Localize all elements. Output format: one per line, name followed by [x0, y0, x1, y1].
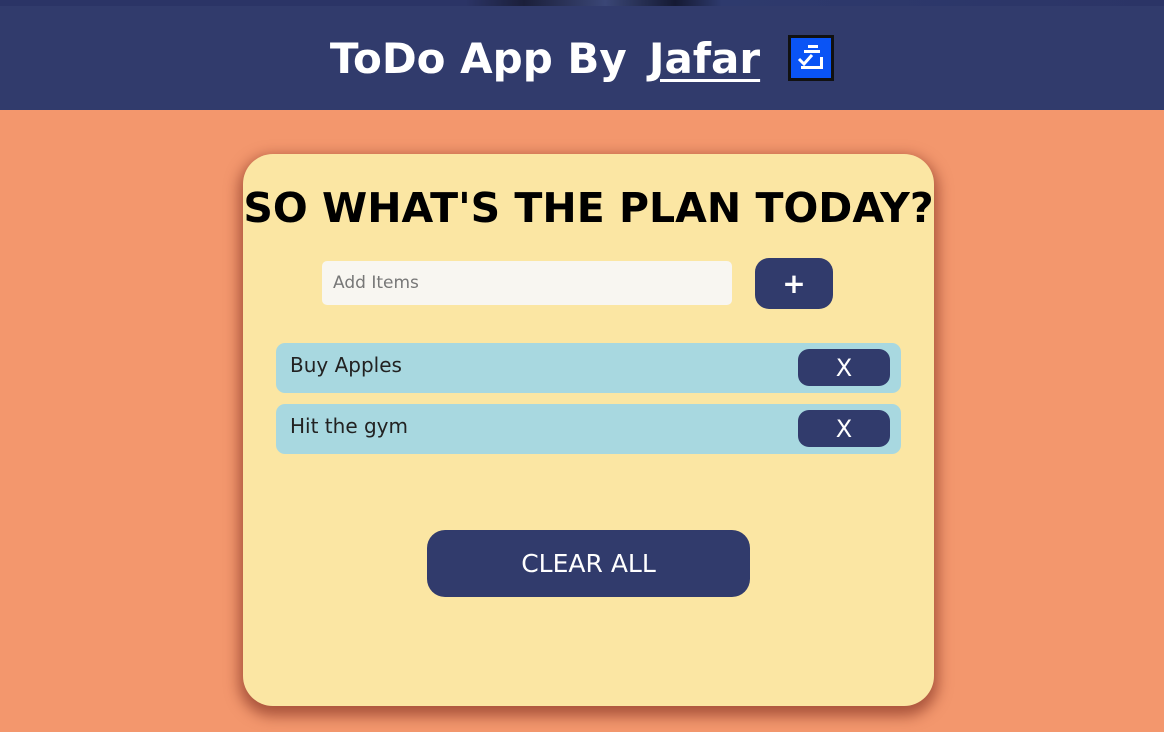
- todo-item: Hit the gym X: [276, 404, 901, 454]
- author-link[interactable]: Jafar: [649, 34, 760, 83]
- card-heading: SO WHAT'S THE PLAN TODAY?: [243, 184, 934, 232]
- delete-item-button[interactable]: X: [798, 410, 890, 447]
- add-item-button[interactable]: +: [755, 258, 833, 309]
- todo-item: Buy Apples X: [276, 343, 901, 393]
- todo-item-text: Hit the gym: [290, 414, 408, 438]
- checklist-icon: [788, 35, 835, 81]
- app-title: ToDo App By Jafar: [329, 33, 835, 83]
- clear-all-button[interactable]: CLEAR ALL: [427, 530, 750, 597]
- app-title-text: ToDo App By: [329, 33, 627, 83]
- app-header: ToDo App By Jafar: [0, 6, 1164, 110]
- delete-item-button[interactable]: X: [798, 349, 890, 386]
- add-item-input[interactable]: [322, 261, 732, 305]
- todo-item-text: Buy Apples: [290, 353, 402, 377]
- todo-card: SO WHAT'S THE PLAN TODAY? + Buy Apples X…: [243, 154, 934, 706]
